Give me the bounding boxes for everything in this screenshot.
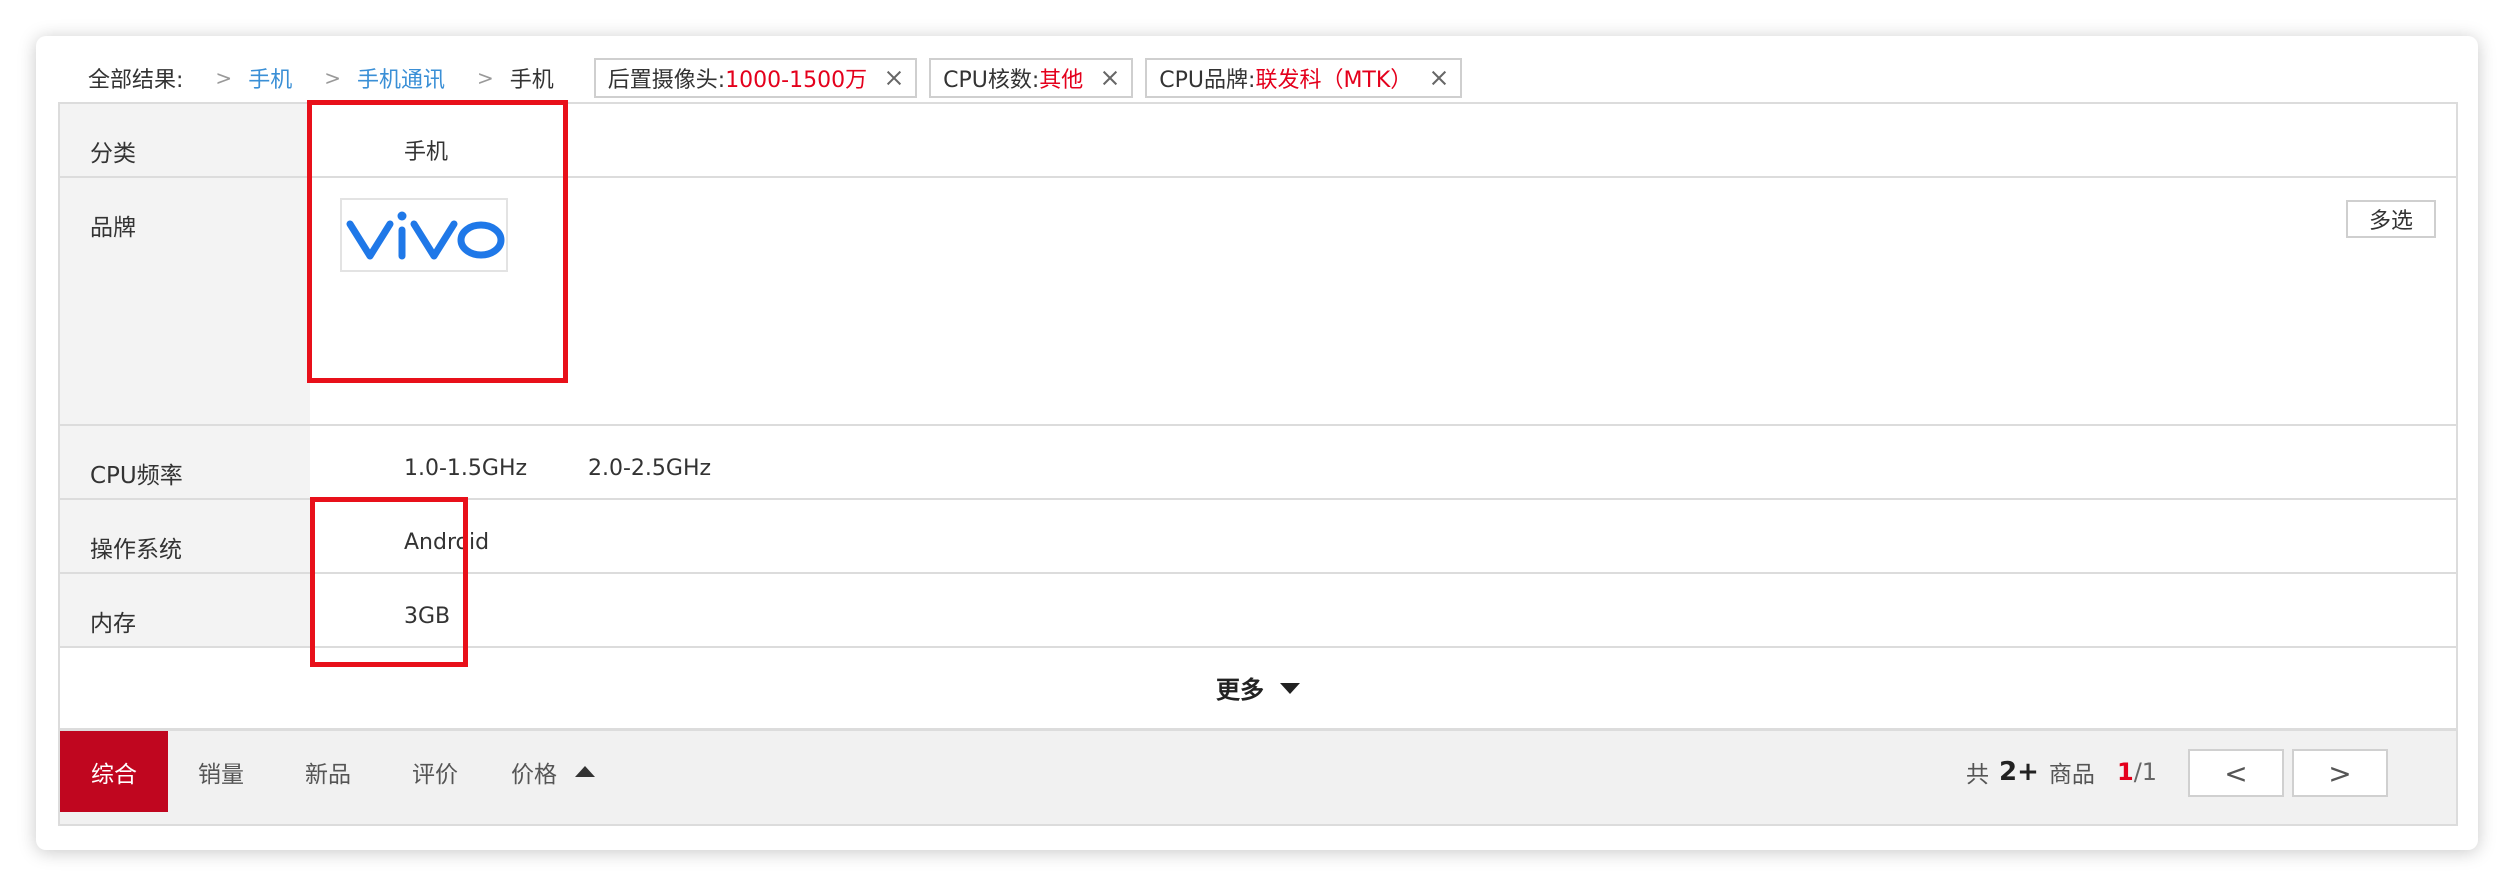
result-count-suffix: 商品 — [2048, 761, 2095, 788]
annotation-box-os-memory — [310, 497, 468, 667]
close-icon[interactable] — [885, 69, 903, 87]
filter-values: 多选 — [310, 178, 2456, 424]
filter-value-cpu-freq-2[interactable]: 2.0-2.5GHz — [588, 456, 711, 481]
breadcrumb-lead: 全部结果: — [88, 68, 184, 93]
filter-values: 1.0-1.5GHz 2.0-2.5GHz — [310, 426, 2456, 498]
prev-page-button[interactable]: < — [2188, 749, 2284, 797]
filter-label: 操作系统 — [60, 500, 310, 572]
filter-label: 品牌 — [60, 178, 310, 424]
filter-values: 手机 — [310, 104, 2456, 176]
page-current: 1 — [2117, 757, 2134, 786]
caret-down-icon — [1280, 683, 1300, 694]
chip-value: 1000-1500万 — [725, 68, 868, 93]
breadcrumb-current: 手机 — [509, 68, 554, 93]
breadcrumb-separator: > — [324, 66, 341, 90]
breadcrumb-separator: > — [476, 66, 494, 90]
sort-sales[interactable]: 销量 — [168, 731, 274, 812]
multi-select-button[interactable]: 多选 — [2346, 200, 2436, 238]
result-count-value: 2+ — [1999, 756, 2039, 787]
page-total: 1 — [2141, 757, 2158, 786]
annotation-box-brand — [307, 100, 568, 383]
breadcrumb-separator: > — [215, 66, 233, 90]
sort-new[interactable]: 新品 — [274, 731, 382, 812]
sort-bar: 综合 销量 新品 评价 价格 共 2+ 商品 1 / 1 < > — [58, 731, 2458, 826]
chip-key: 后置摄像头: — [607, 68, 726, 93]
next-page-button[interactable]: > — [2292, 749, 2388, 797]
filter-label: 内存 — [60, 574, 310, 646]
breadcrumb-link-phone-comm[interactable]: 手机通讯 — [357, 62, 445, 94]
sort-price-label: 价格 — [511, 761, 557, 788]
filter-chip-cpu-brand[interactable]: CPU品牌: 联发科（MTK） — [1145, 58, 1463, 98]
result-count: 共 2+ 商品 — [1966, 731, 2095, 812]
filter-label: CPU频率 — [60, 426, 310, 498]
sort-price[interactable]: 价格 — [488, 731, 618, 812]
filter-value-cpu-freq-1[interactable]: 1.0-1.5GHz — [404, 456, 527, 481]
chip-key: CPU核数: — [943, 68, 1040, 93]
sort-reviews[interactable]: 评价 — [382, 731, 488, 812]
result-count-prefix: 共 — [1966, 761, 1989, 788]
chip-value: 其他 — [1039, 68, 1084, 93]
close-icon[interactable] — [1101, 69, 1119, 87]
caret-up-icon — [575, 766, 595, 777]
more-label: 更多 — [1216, 676, 1264, 704]
filter-row-cpu-freq: CPU频率 1.0-1.5GHz 2.0-2.5GHz — [60, 426, 2456, 500]
breadcrumb-link-phone[interactable]: 手机 — [248, 62, 292, 94]
sort-comprehensive[interactable]: 综合 — [60, 731, 168, 812]
page-sep: / — [2133, 757, 2142, 786]
close-icon[interactable] — [1430, 69, 1448, 87]
filter-chip-cpu-cores[interactable]: CPU核数: 其他 — [929, 58, 1134, 98]
filter-values: Android — [310, 500, 2456, 572]
breadcrumb: 全部结果: > 手机 > 手机通讯 > 手机 后置摄像头: 1000-1500万… — [88, 55, 1474, 101]
filter-label: 分类 — [60, 104, 310, 176]
filter-chip-rear-camera[interactable]: 后置摄像头: 1000-1500万 — [593, 58, 918, 98]
filter-values: 3GB — [310, 574, 2456, 646]
chip-value: 联发科（MTK） — [1255, 68, 1413, 93]
chip-key: CPU品牌: — [1159, 68, 1256, 93]
page-indicator: 1 / 1 — [2117, 731, 2157, 812]
